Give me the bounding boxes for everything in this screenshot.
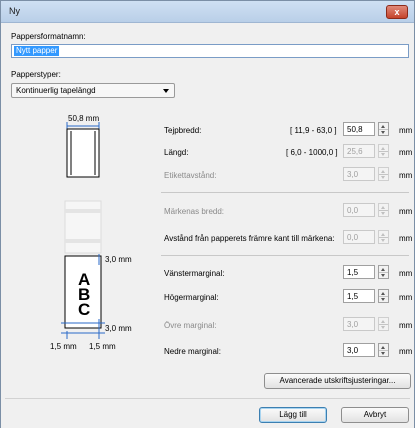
arrow-down-icon [381,274,385,277]
label-gap-unit: mm [399,171,413,180]
preview-right-margin-label: 1,5 mm [89,342,116,351]
arrow-up-icon [381,268,385,271]
label-gap-input[interactable]: 3,0 [343,167,375,181]
length-value: 25,6 [347,147,363,156]
left-margin-label: Vänstermarginal: [164,269,225,278]
mark-preview [64,200,102,254]
preview-width-label: 50,8 mm [68,114,100,123]
bottom-divider [5,398,410,399]
bottom-margin-label: Nedre marginal: [164,347,221,356]
mark-distance-spinner[interactable] [378,230,389,244]
right-margin-label: Högermarginal: [164,293,219,302]
tape-width-spinner[interactable] [378,122,389,136]
arrow-up-icon [381,346,385,349]
bottom-margin-spinner[interactable] [378,343,389,357]
length-label: Längd: [164,148,189,157]
right-margin-value: 1,5 [347,292,359,301]
mark-width-label: Märkenas bredd: [164,207,225,216]
preview-left-margin-label: 1,5 mm [50,342,77,351]
right-margin-spinner[interactable] [378,289,389,303]
arrow-up-icon [381,170,385,173]
arrow-down-icon [381,298,385,301]
mark-distance-value: 0,0 [347,233,359,242]
arrow-up-icon [381,206,385,209]
add-button[interactable]: Lägg till [259,407,327,423]
arrow-down-icon [381,131,385,134]
tape-preview [66,128,100,178]
mark-distance-input[interactable]: 0,0 [343,230,375,244]
mark-width-input[interactable]: 0,0 [343,203,375,217]
bottom-margin-value: 3,0 [347,346,359,355]
top-margin-unit: mm [399,321,413,330]
preview-bottom-margin-label: 3,0 mm [105,324,132,333]
cancel-button[interactable]: Avbryt [341,407,409,423]
arrow-down-icon [381,352,385,355]
arrow-down-icon [381,212,385,215]
arrow-up-icon [381,320,385,323]
arrow-up-icon [381,125,385,128]
tape-width-value: 50,8 [347,125,363,134]
label-gap-label: Etikettavstånd: [164,171,217,180]
arrow-down-icon [381,326,385,329]
arrow-up-icon [381,147,385,150]
left-margin-spinner[interactable] [378,265,389,279]
tape-width-input[interactable]: 50,8 [343,122,375,136]
length-unit: mm [399,148,413,157]
arrow-up-icon [381,292,385,295]
label-gap-value: 3,0 [347,170,359,179]
mark-width-unit: mm [399,207,413,216]
tape-width-range: [ 11,9 - 63,0 ] [290,126,337,135]
bottom-margin-input[interactable]: 3,0 [343,343,375,357]
mark-distance-unit: mm [399,234,413,243]
mark-width-spinner[interactable] [378,203,389,217]
arrow-down-icon [381,239,385,242]
top-margin-input[interactable]: 3,0 [343,317,375,331]
dialog-window: Ny x Pappersformatnamn: Nytt papper Papp… [0,0,415,428]
arrow-up-icon [381,233,385,236]
advanced-settings-button[interactable]: Avancerade utskriftsjusteringar... [264,373,411,389]
top-margin-label: Övre marginal: [164,321,217,330]
label-gap-spinner[interactable] [378,167,389,181]
preview-top-margin-label: 3,0 mm [105,255,132,264]
right-margin-unit: mm [399,293,413,302]
tape-width-label: Tejpbredd: [164,126,202,135]
left-margin-input[interactable]: 1,5 [343,265,375,279]
divider [161,192,409,193]
top-margin-value: 3,0 [347,320,359,329]
right-margin-input[interactable]: 1,5 [343,289,375,303]
bottom-margin-unit: mm [399,347,413,356]
tape-width-unit: mm [399,126,413,135]
arrow-down-icon [381,176,385,179]
mark-width-value: 0,0 [347,206,359,215]
mark-distance-label: Avstånd från papperets främre kant till … [164,234,335,243]
arrow-down-icon [381,153,385,156]
length-input[interactable]: 25,6 [343,144,375,158]
divider [161,255,409,256]
left-margin-value: 1,5 [347,268,359,277]
left-margin-unit: mm [399,269,413,278]
preview-letter-c: C [78,300,91,319]
length-spinner[interactable] [378,144,389,158]
top-margin-spinner[interactable] [378,317,389,331]
length-range: [ 6,0 - 1000,0 ] [286,148,338,157]
dialog-footer: Lägg till Avbryt [1,401,414,428]
